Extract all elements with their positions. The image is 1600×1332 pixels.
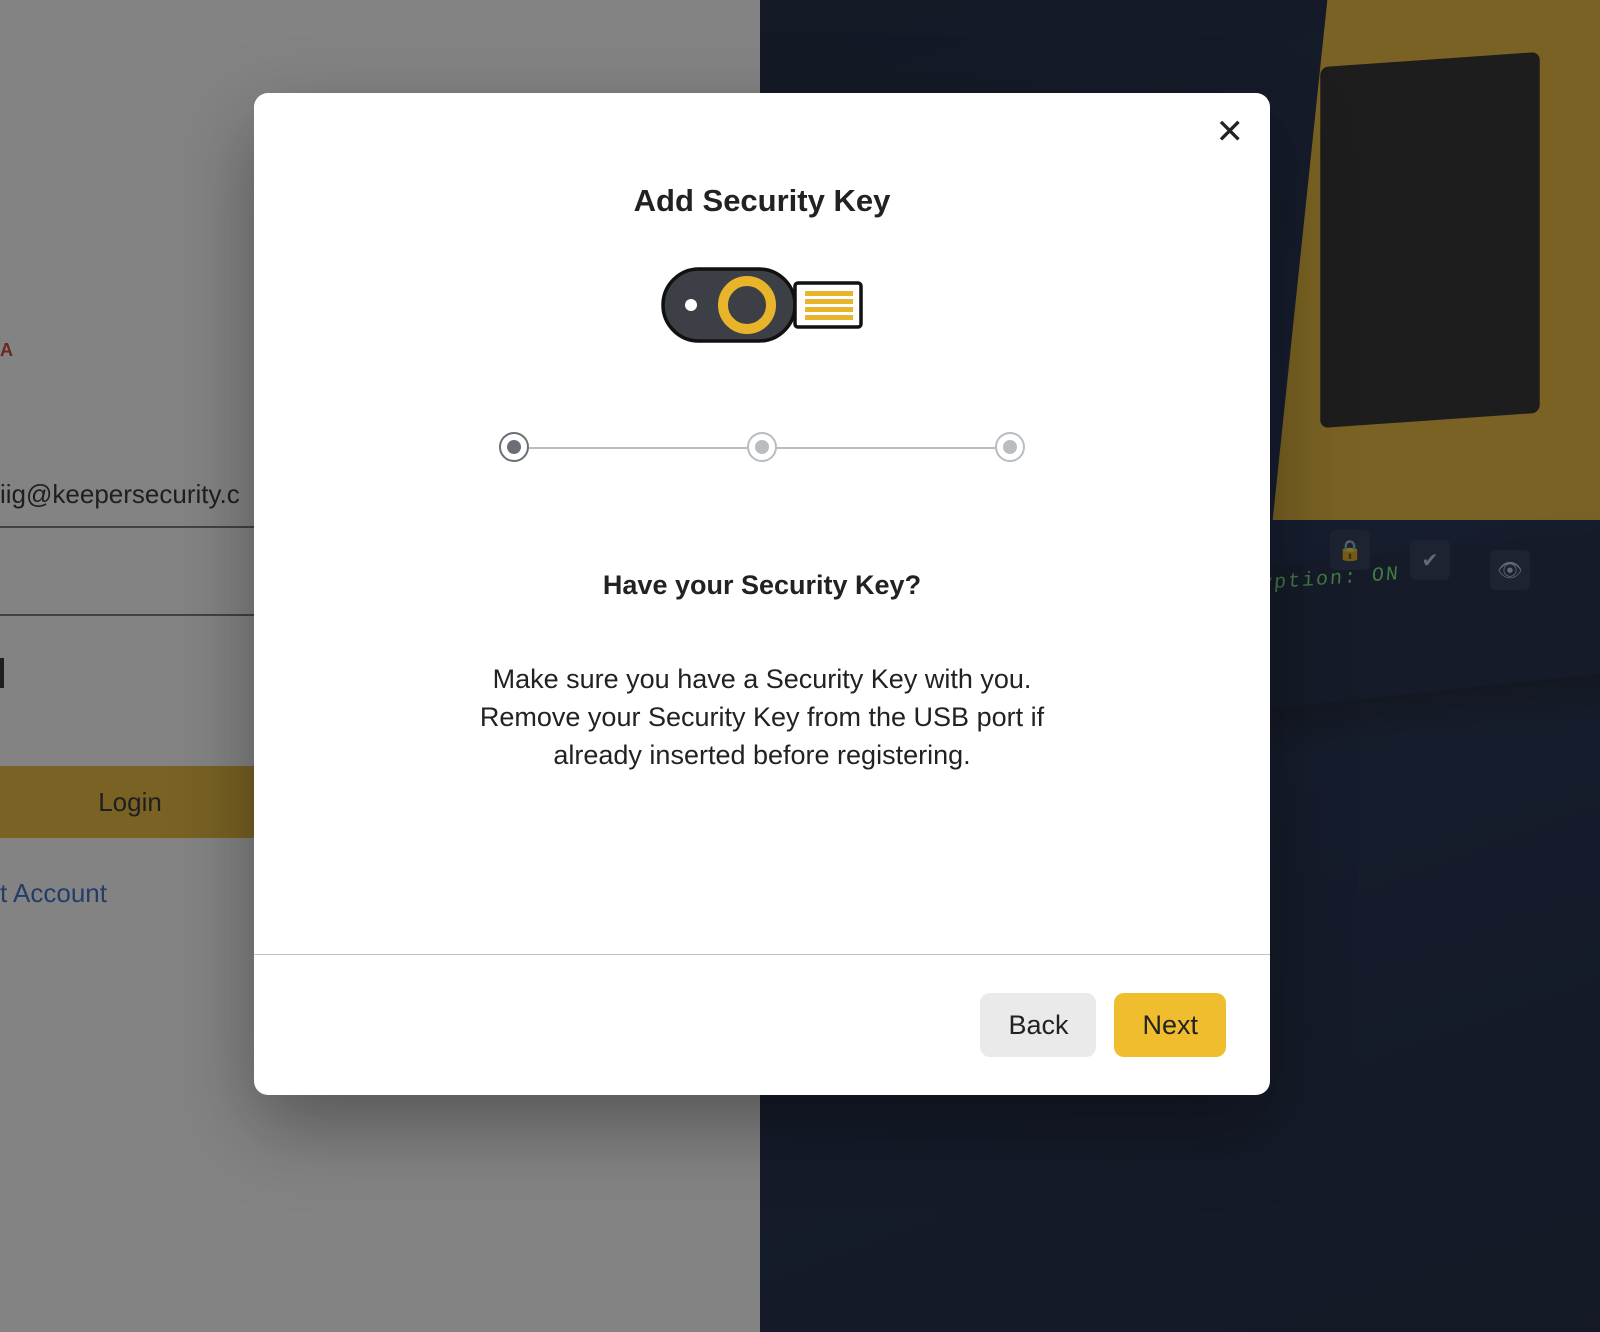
back-button[interactable]: Back [980,993,1096,1057]
step-1 [499,432,529,462]
modal-title: Add Security Key [634,183,891,219]
modal-footer: Back Next [254,954,1270,1095]
step-2 [747,432,777,462]
close-icon[interactable]: ✕ [1216,115,1245,149]
modal-subheading: Have your Security Key? [603,570,921,601]
add-security-key-modal: ✕ Add Security Key [254,93,1270,1095]
modal-description: Make sure you have a Security Key with y… [462,661,1062,774]
security-key-icon [657,261,867,356]
step-3 [995,432,1025,462]
step-indicator [499,432,1025,462]
next-button[interactable]: Next [1114,993,1226,1057]
